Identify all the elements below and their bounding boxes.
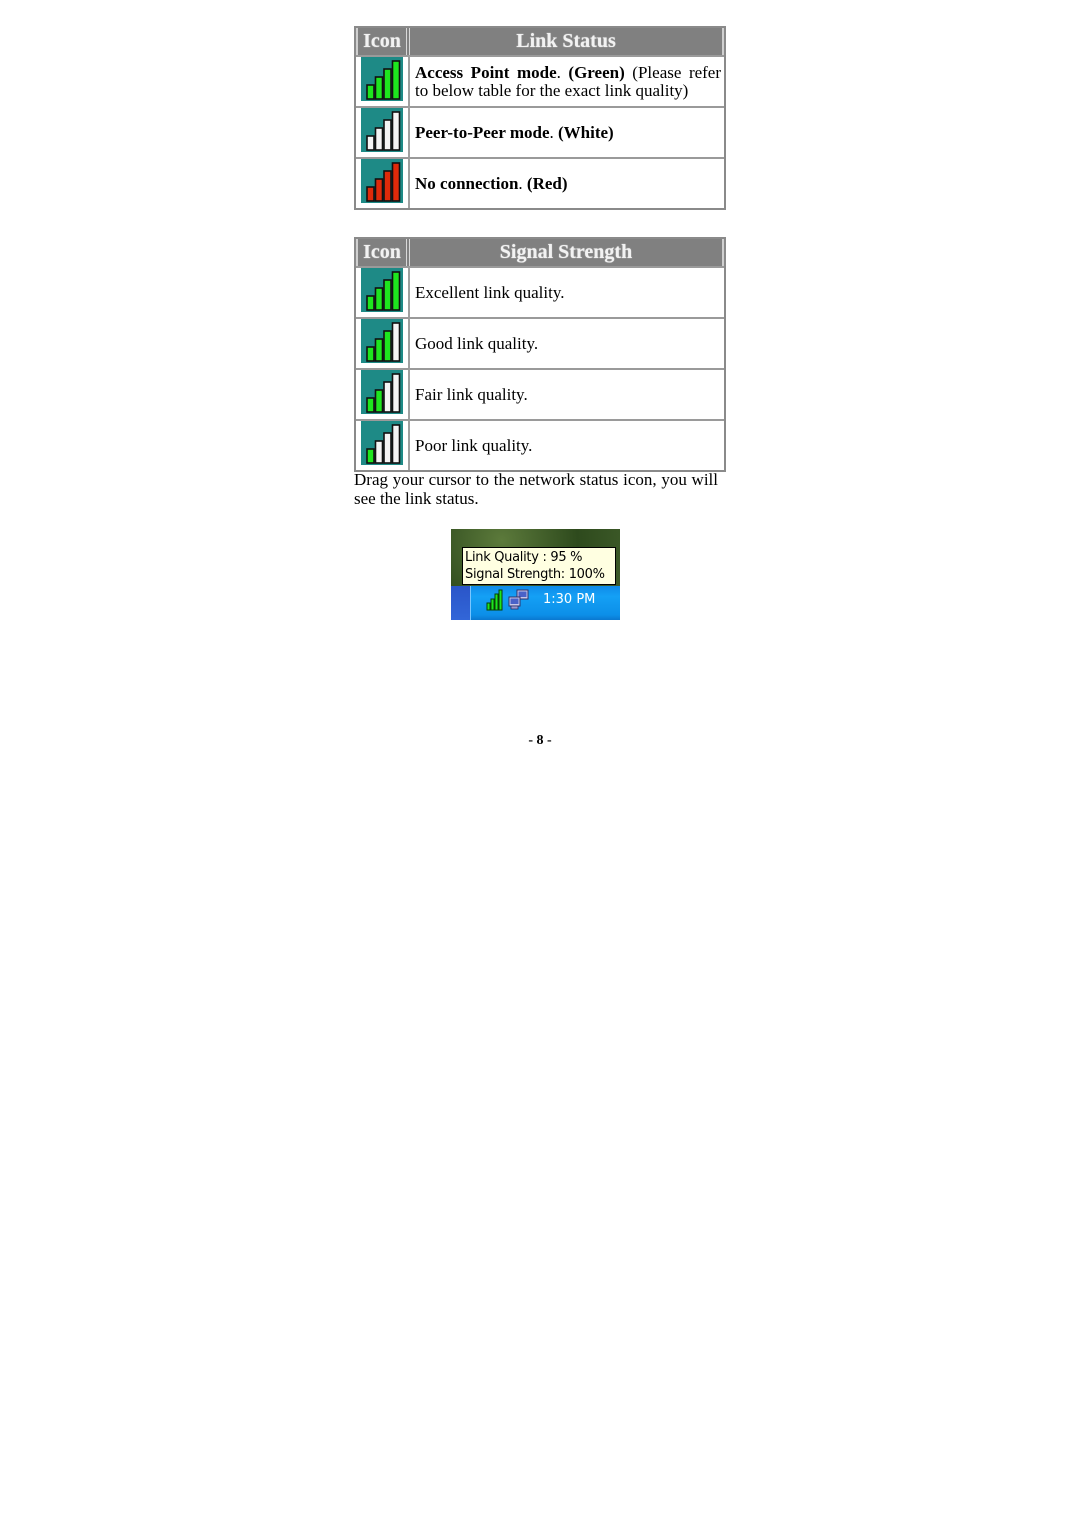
description-cell: Excellent link quality. [410,266,724,317]
icon-cell [356,266,410,317]
signal-bar-green [383,279,392,311]
table-row: Peer-to-Peer mode. (White) [356,106,724,157]
taskbar-segment [451,586,471,620]
icon-column-header: Icon [356,28,410,55]
separator: . [518,173,527,193]
table-row: Excellent link quality. [356,266,724,317]
tray-signal-bar [498,589,503,611]
color-label: (Red) [526,173,568,193]
link-status-column-header: Link Status [410,28,724,55]
signal-bar-white [391,111,401,151]
description-cell: Fair link quality. [410,368,724,419]
description-cell: Good link quality. [410,317,724,368]
taskbar-clock[interactable]: 1:30 PM [543,592,595,607]
signal-bar-green [366,346,375,362]
table-row: Fair link quality. [356,368,724,419]
icon-cell [356,106,410,157]
table-row: Good link quality. [356,317,724,368]
signal-bar-red [366,186,375,202]
signal-excellent-icon [361,268,403,317]
signal-bar-green [391,60,401,100]
icon-column-header: Icon [356,239,410,266]
table-row: Poor link quality. [356,419,724,470]
page-number: - 8 - [528,733,552,748]
mode-name: Access Point mode [415,62,557,82]
signal-bar-white [374,440,384,464]
signal-fair-icon [361,370,403,419]
icon-cell [356,55,410,106]
signal-bar-white [383,119,392,151]
signal-bar-green [383,330,392,362]
tooltip-link-quality: Link Quality : 95 % [465,550,583,565]
link-status-tooltip: Link Quality : 95 % Signal Strength: 100… [462,547,616,585]
signal-bar-red [383,170,392,202]
instruction-text: Drag your cursor to the network status i… [354,470,718,508]
signal-bar-green [366,448,375,464]
table-row: Access Point mode. (Green) (Please refer… [356,55,724,106]
description-cell: Poor link quality. [410,419,724,470]
description-cell: No connection. (Red) [410,157,724,208]
signal-bar-white [391,424,401,464]
signal-strength-table: Icon Signal Strength Excellent link qual… [354,237,726,472]
signal-bar-red [391,162,401,202]
description-cell: Access Point mode. (Green) (Please refer… [410,55,724,106]
signal-bar-white [374,127,384,151]
icon-cell [356,157,410,208]
icon-cell [356,419,410,470]
signal-bar-green [366,295,375,311]
signal-bar-green [374,389,384,413]
separator: . [556,62,569,82]
signal-bar-green [374,287,384,311]
tray-signal-icon[interactable] [486,589,504,611]
icon-cell [356,317,410,368]
network-connection-icon[interactable] [508,589,530,611]
signal-bar-green [391,271,401,311]
signal-bar-white [383,381,392,413]
color-label: (Green) [568,62,625,82]
signal-bar-white [391,373,401,413]
signal-red-icon [361,159,403,208]
tooltip-signal-strength: Signal Strength: 100% [465,567,605,582]
table-row: No connection. (Red) [356,157,724,208]
description-cell: Peer-to-Peer mode. (White) [410,106,724,157]
mode-name: No connection [415,173,519,193]
signal-bar-green [374,338,384,362]
link-status-table: Icon Link Status Access Point mode. (Gre… [354,26,726,210]
mode-name: Peer-to-Peer mode [415,122,550,142]
color-label: (White) [558,122,614,142]
signal-green-icon [361,57,403,106]
signal-bar-red [374,178,384,202]
signal-bar-white [383,432,392,464]
signal-bar-white [391,322,401,362]
signal-poor-icon [361,421,403,470]
tray-signal-bar [490,598,495,611]
system-tray-screenshot: 1:30 PM Link Quality : 95 % Signal Stren… [451,529,620,620]
signal-bar-white [366,135,375,151]
tray-signal-bar [486,602,491,611]
icon-cell [356,368,410,419]
signal-bar-green [383,68,392,100]
signal-bar-green [374,76,384,100]
signal-good-icon [361,319,403,368]
separator: . [549,122,558,142]
signal-bar-green [366,397,375,413]
signal-white-icon [361,108,403,157]
signal-bar-green [366,84,375,100]
signal-strength-column-header: Signal Strength [410,239,724,266]
tray-signal-bar [494,593,499,611]
